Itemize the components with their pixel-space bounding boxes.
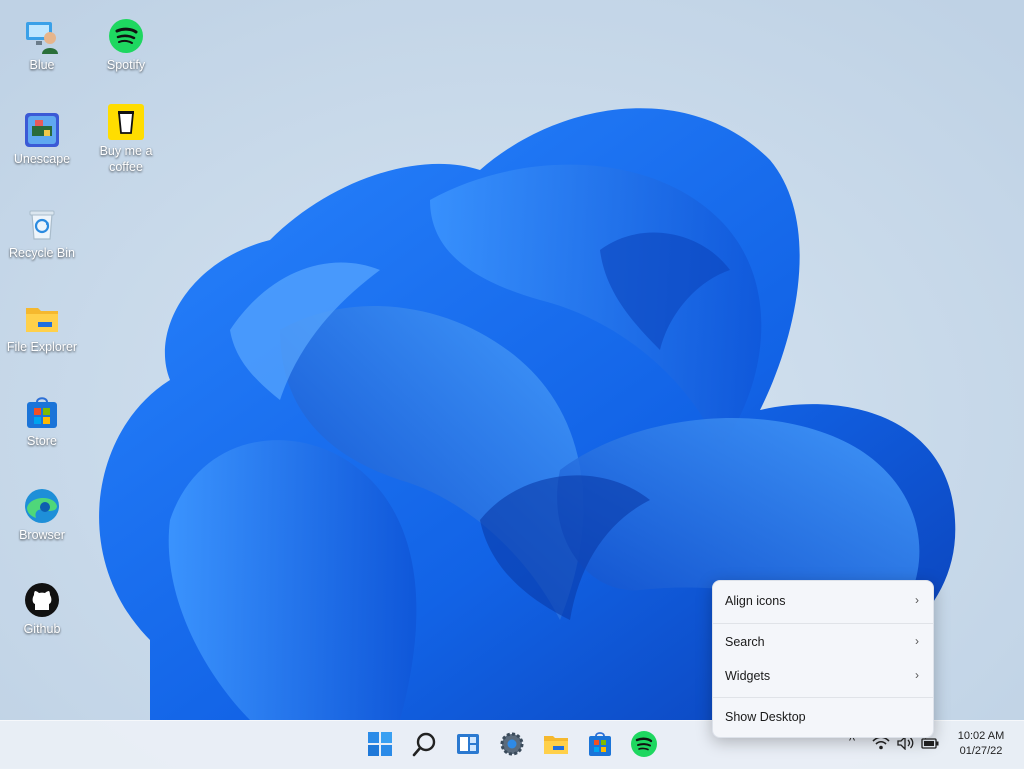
user-computer-icon	[24, 18, 60, 54]
file-explorer-icon	[544, 736, 568, 754]
desktop-icon-spotify[interactable]: Spotify	[84, 18, 168, 73]
desktop-icon-label: Recycle Bin	[9, 246, 75, 260]
menu-separator	[713, 623, 933, 624]
taskbar-spotify-button[interactable]	[630, 730, 658, 758]
start-windows-icon	[368, 732, 392, 756]
menu-item-label: Show Desktop	[725, 710, 806, 724]
spotify-icon	[108, 18, 144, 54]
widgets-icon	[457, 734, 479, 754]
github-icon	[24, 582, 60, 618]
menu-separator	[713, 697, 933, 698]
desktop-icon-recycle-bin[interactable]: Recycle Bin	[0, 206, 84, 261]
desktop-icon-label: Browser	[19, 528, 65, 542]
desktop-icon-buy-me-a-coffee[interactable]: Buy me a coffee	[84, 104, 168, 175]
desktop-icon-label: Blue	[29, 58, 55, 72]
desktop-icon-label: Github	[23, 622, 61, 636]
menu-item-label: Widgets	[725, 669, 771, 683]
menu-item-show-desktop[interactable]: Show Desktop	[713, 703, 933, 733]
clock-date: 01/27/22	[959, 745, 1003, 757]
desktop-icon-file-explorer[interactable]: File Explorer	[0, 300, 84, 355]
desktop-context-menu: Align icons › Search › Widgets › Show De…	[712, 580, 934, 738]
taskbar-search-button[interactable]	[410, 730, 438, 758]
menu-item-label: Search	[725, 635, 765, 649]
desktop-icon-store[interactable]: Store	[0, 394, 84, 449]
settings-gear-icon	[500, 732, 524, 756]
chevron-right-icon: ›	[915, 634, 919, 648]
recycle-bin-icon	[24, 206, 60, 242]
search-icon	[412, 732, 436, 757]
spotify-icon	[631, 731, 657, 757]
desktop-icon-label: Buy me a coffee	[99, 144, 153, 174]
chevron-right-icon: ›	[915, 593, 919, 607]
taskbar-widgets-button[interactable]	[454, 730, 482, 758]
coffee-cup-icon	[108, 104, 144, 140]
desktop-icon-label: Store	[27, 434, 57, 448]
folder-icon	[24, 300, 60, 336]
store-bag-icon	[24, 394, 60, 430]
battery-icon[interactable]	[921, 736, 939, 752]
taskbar-clock[interactable]: 10:02 AM 01/27/22	[948, 729, 1014, 759]
taskbar-file-explorer-button[interactable]	[542, 730, 570, 758]
wifi-icon[interactable]	[872, 736, 890, 753]
chevron-right-icon: ›	[915, 668, 919, 682]
desktop-icon-github[interactable]: Github	[0, 582, 84, 637]
clock-time: 10:02 AM	[957, 730, 1005, 742]
desktop-icon-browser[interactable]: Browser	[0, 488, 84, 543]
menu-item-label: Align icons	[725, 594, 786, 608]
unescape-game-icon	[24, 112, 60, 148]
store-icon	[589, 732, 611, 756]
desktop-icon-label: Spotify	[106, 58, 146, 72]
volume-icon[interactable]	[897, 735, 915, 753]
desktop-icon-label: Unescape	[13, 152, 71, 166]
start-button[interactable]	[366, 730, 394, 758]
edge-browser-icon	[24, 488, 60, 524]
desktop-icon-label: File Explorer	[6, 340, 78, 354]
menu-item-widgets[interactable]: Widgets ›	[713, 662, 933, 692]
menu-item-search[interactable]: Search ›	[713, 628, 933, 658]
taskbar-store-button[interactable]	[586, 730, 614, 758]
desktop-icon-unescape[interactable]: Unescape	[0, 112, 84, 167]
menu-item-align-icons[interactable]: Align icons ›	[713, 587, 933, 617]
desktop-icon-blue[interactable]: Blue	[0, 18, 84, 73]
taskbar-settings-button[interactable]	[498, 730, 526, 758]
